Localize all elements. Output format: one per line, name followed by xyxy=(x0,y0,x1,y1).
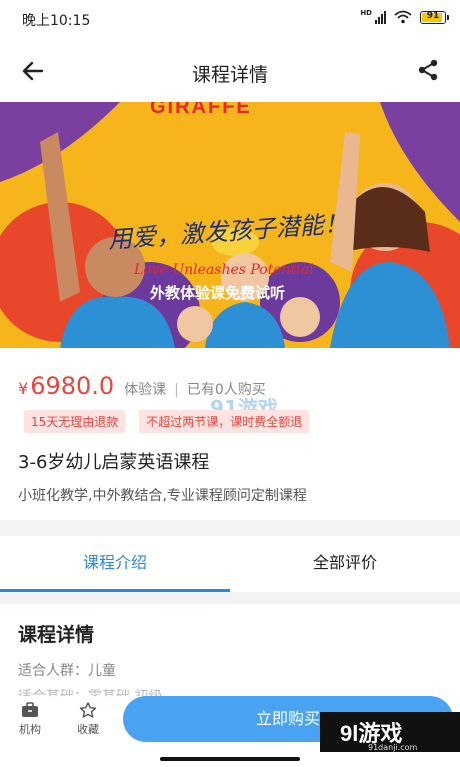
network-label: HD xyxy=(360,9,372,17)
tab-course-intro[interactable]: 课程介绍 xyxy=(0,536,230,592)
battery-icon: 91 xyxy=(420,10,449,24)
tag-partial-refund: 不超过两节课，课时费全额退 xyxy=(139,410,310,433)
tag-refund: 15天无理由退款 xyxy=(24,410,126,433)
app-header: 课程详情 xyxy=(0,40,460,102)
home-indicator-bar[interactable] xyxy=(160,757,300,761)
banner-promo: 外教体验课免费试听 xyxy=(150,284,286,302)
favorite-button[interactable]: 收藏 xyxy=(66,702,110,737)
course-title: 3-6岁幼儿启蒙英语课程 xyxy=(18,452,210,473)
page-title: 课程详情 xyxy=(191,64,268,86)
section-divider xyxy=(0,592,460,604)
course-price: ¥6980.0 xyxy=(18,372,114,400)
briefcase-icon xyxy=(22,702,38,717)
wifi-icon xyxy=(394,10,412,24)
currency-symbol: ¥ xyxy=(18,379,29,398)
home-indicator xyxy=(0,752,460,767)
battery-level: 91 xyxy=(426,10,440,21)
policy-tags: 15天无理由退款 不超过两节课，课时费全额退 xyxy=(24,410,310,433)
status-bar: 晚上10:15 HD 91 xyxy=(0,0,460,40)
signal-icon: HD xyxy=(360,10,386,24)
institution-label: 机构 xyxy=(19,723,41,736)
favorite-label: 收藏 xyxy=(77,723,99,736)
course-subtitle: 小班化教学,中外教结合,专业课程顾问定制课程 xyxy=(18,488,307,504)
banner-brand: GIRAFFE xyxy=(150,102,252,118)
detail-tabs: 课程介绍 全部评价 xyxy=(0,536,460,592)
tab-all-reviews[interactable]: 全部评价 xyxy=(230,536,460,590)
star-icon xyxy=(79,702,97,718)
details-title: 课程详情 xyxy=(18,624,95,646)
separator: | xyxy=(174,382,179,398)
course-type: 体验课 xyxy=(124,382,167,398)
audience-line: 适合人群：儿童 xyxy=(18,663,116,679)
status-time: 晚上10:15 xyxy=(22,13,91,29)
watermark-url: 91danji.com xyxy=(368,743,418,752)
site-watermark: 9l游戏 91danji.com xyxy=(320,712,460,752)
banner-slogan-en: Love Unleashes Potential xyxy=(134,262,314,278)
course-banner[interactable]: GIRAFFE 用爱，激发孩子潜能！ Love Unleashes Potent… xyxy=(0,102,460,348)
section-divider xyxy=(0,520,460,536)
institution-button[interactable]: 机构 xyxy=(8,702,52,737)
status-icons: HD 91 xyxy=(360,10,449,24)
share-icon[interactable] xyxy=(416,58,440,82)
price-value: 6980.0 xyxy=(30,372,115,400)
